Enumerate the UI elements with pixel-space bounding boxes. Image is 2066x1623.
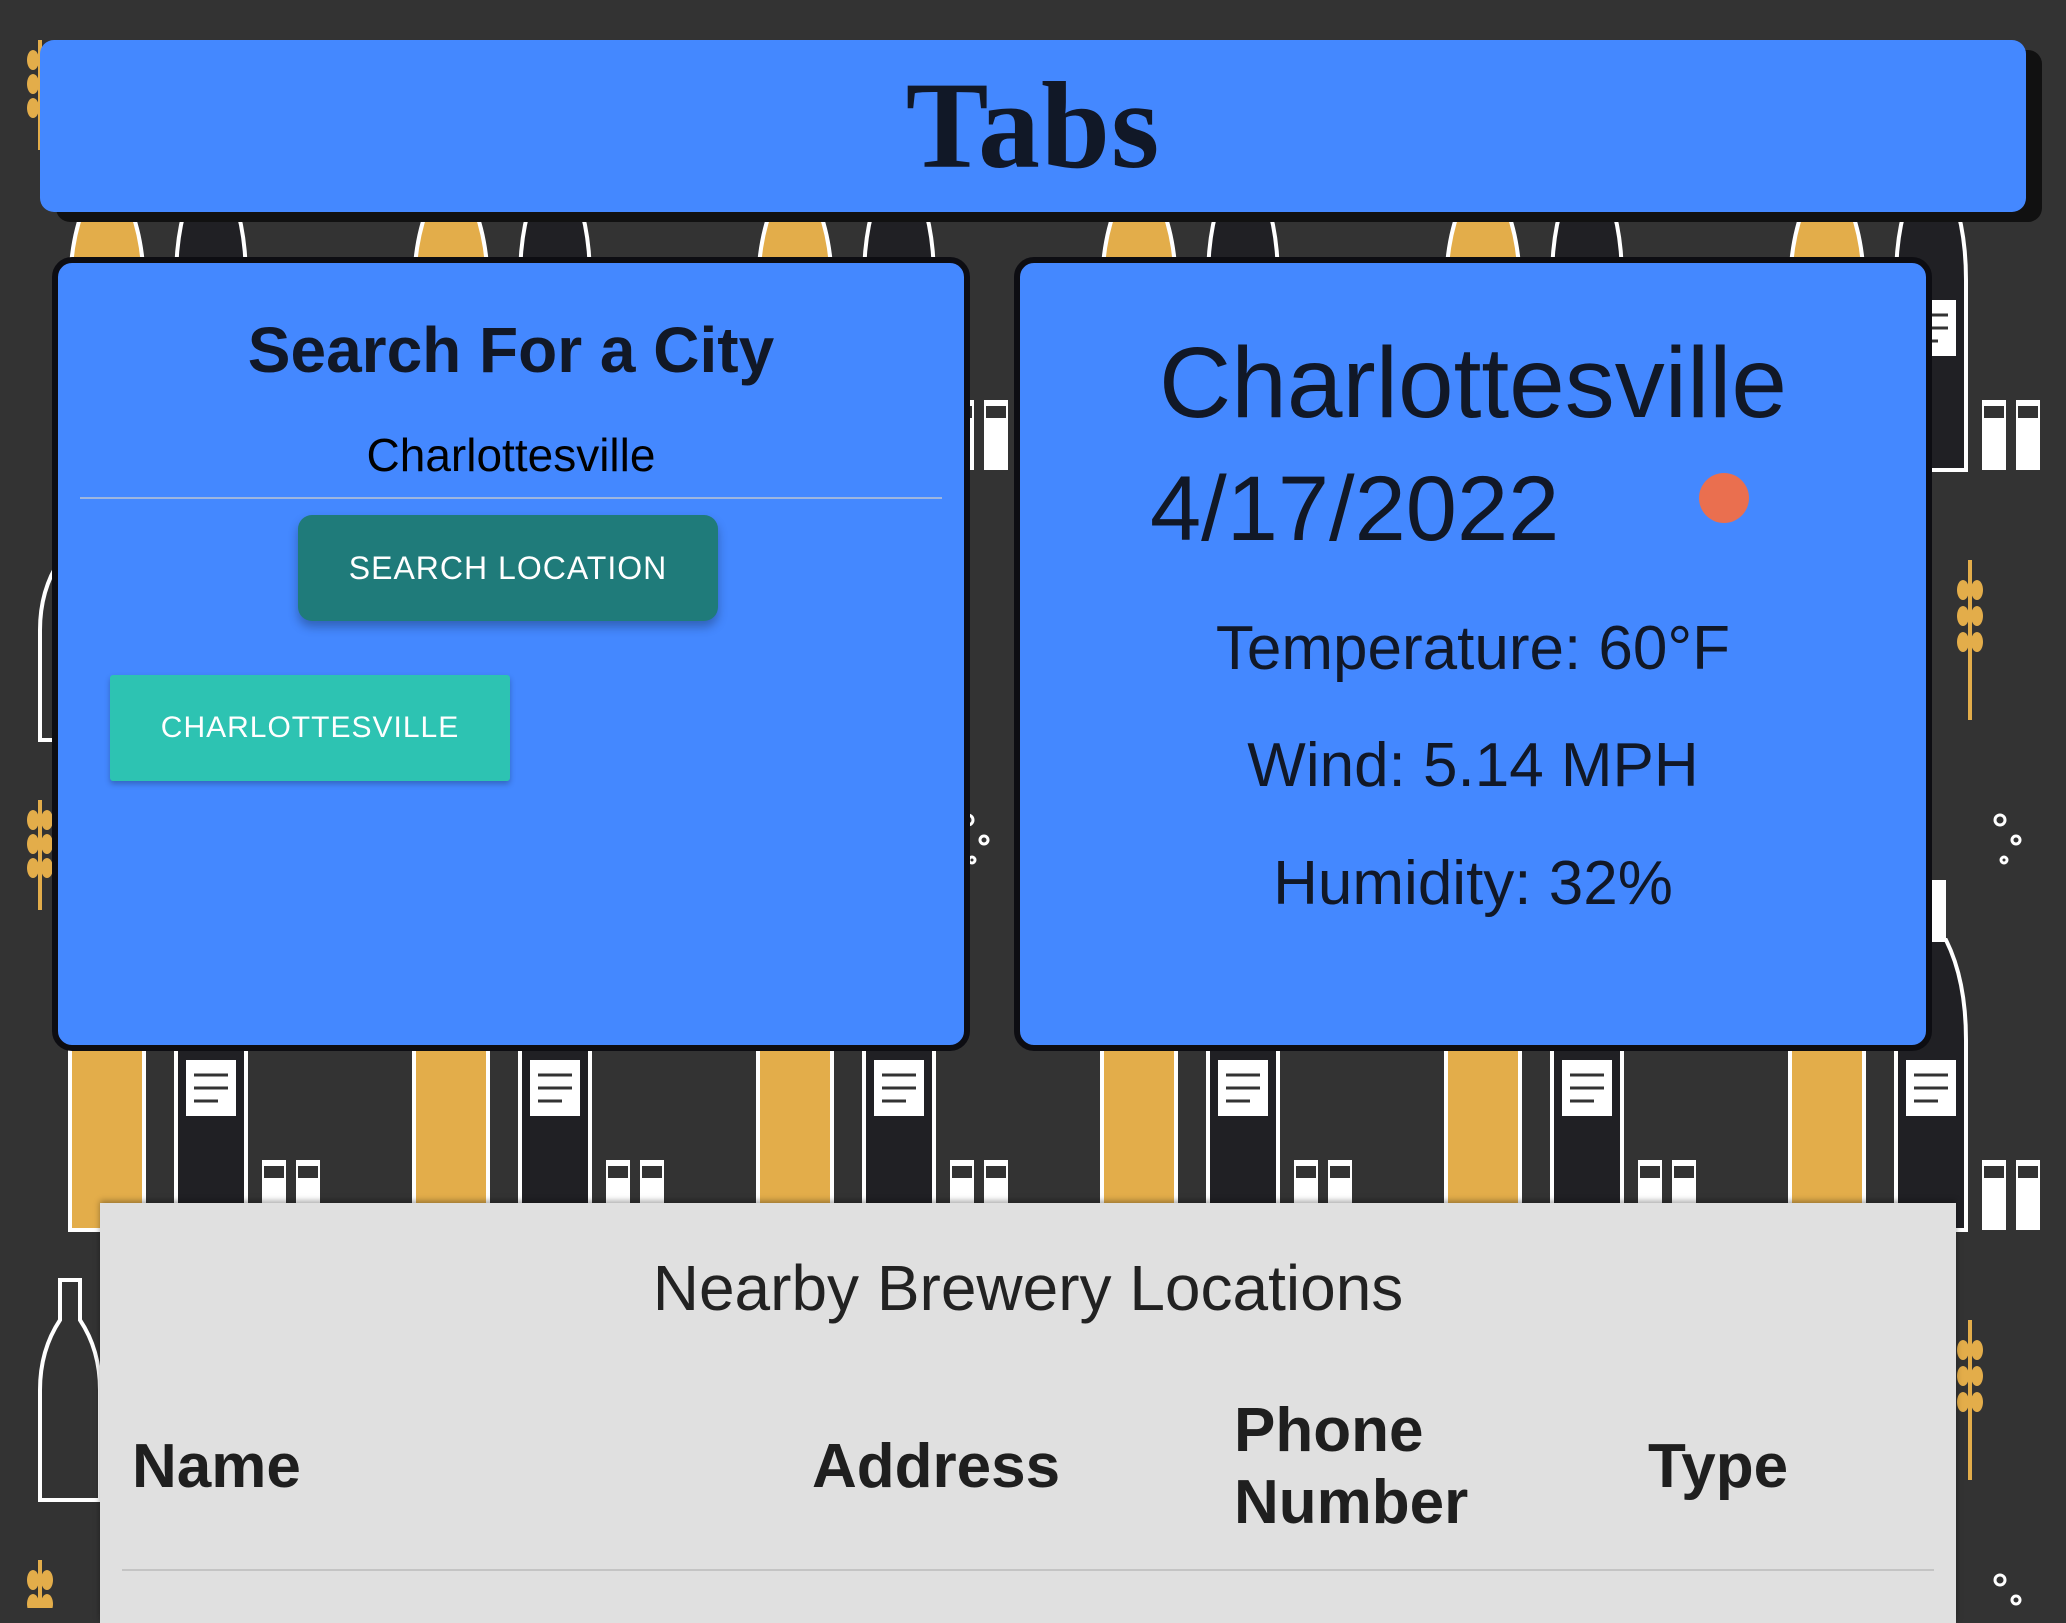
- app-header: Tabs: [40, 40, 2026, 212]
- search-location-button[interactable]: SEARCH LOCATION: [298, 515, 718, 621]
- brewery-title: Nearby Brewery Locations: [652, 1252, 1404, 1324]
- column-header-phone: Phone Number: [1234, 1396, 1469, 1537]
- weather-wind: Wind: 5.14 MPH: [1247, 731, 1699, 800]
- weather-temperature: Temperature: 60°F: [1215, 614, 1731, 683]
- city-search-input[interactable]: [80, 413, 942, 499]
- column-header-type: Type: [1648, 1432, 1789, 1501]
- weather-humidity: Humidity: 32%: [1273, 849, 1673, 918]
- search-title: Search For a City: [247, 314, 775, 386]
- column-header-name: Name: [132, 1432, 301, 1501]
- history-city-button[interactable]: CHARLOTTESVILLE: [110, 675, 510, 781]
- weather-dot-icon: [1699, 473, 1749, 523]
- app-title: Tabs: [905, 57, 1161, 194]
- current-weather-panel: Charlottesville 4/17/2022 Temperature: 6…: [1014, 257, 1932, 1051]
- column-header-address: Address: [812, 1432, 1061, 1501]
- brewery-panel: Nearby Brewery Locations Name Address Ph…: [100, 1203, 1956, 1623]
- weather-city: Charlottesville: [1158, 327, 1788, 439]
- weather-date: 4/17/2022: [1150, 458, 1560, 560]
- search-panel: Search For a City SEARCH LOCATION CHARLO…: [52, 257, 970, 1051]
- table-divider: [122, 1569, 1934, 1571]
